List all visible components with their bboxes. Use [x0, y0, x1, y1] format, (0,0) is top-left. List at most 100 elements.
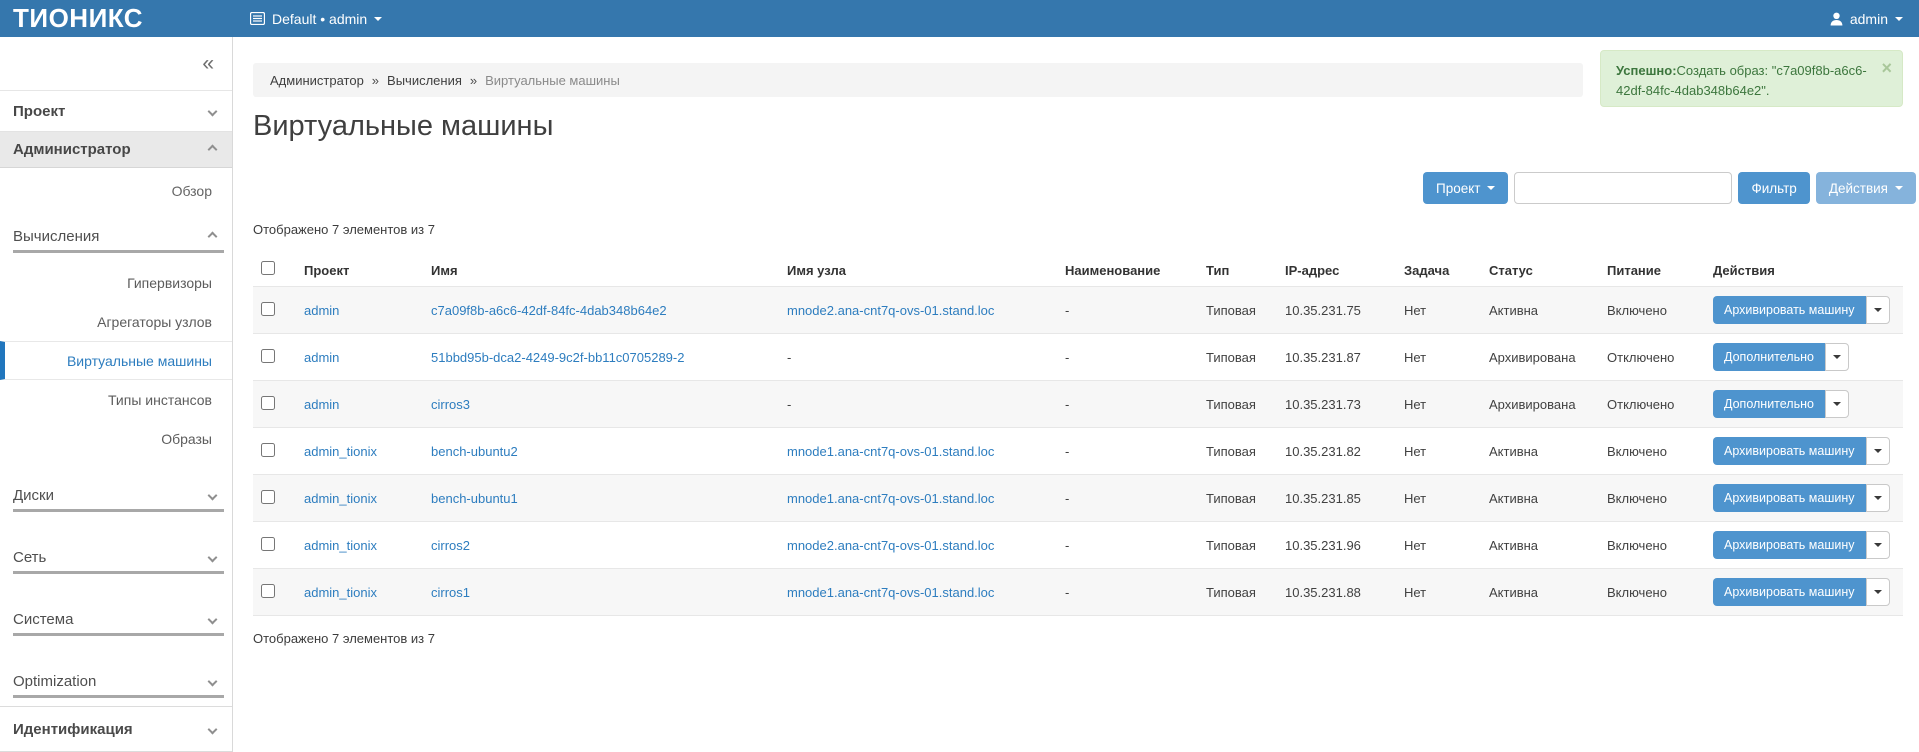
chevron-down-icon — [208, 552, 218, 562]
row-action-button[interactable]: Архивировать машину — [1713, 296, 1866, 324]
section-underline — [13, 695, 224, 698]
collapse-icon: « — [202, 52, 214, 76]
sidebar-item-overview[interactable]: Обзор — [0, 168, 232, 214]
type-cell: Типовая — [1206, 350, 1256, 365]
host-link[interactable]: mnode1.ana-cnt7q-ovs-01.stand.loc — [787, 585, 994, 600]
vm-name-link[interactable]: cirros1 — [431, 585, 470, 600]
sidebar-collapse-button[interactable]: « — [0, 37, 232, 91]
row-checkbox[interactable] — [261, 349, 275, 363]
row-checkbox[interactable] — [261, 302, 275, 316]
row-action-button[interactable]: Дополнительно — [1713, 390, 1825, 418]
status-cell: Активна — [1489, 491, 1538, 506]
chevron-down-icon — [208, 724, 218, 734]
task-cell: Нет — [1404, 538, 1426, 553]
sidebar-item-virtual-machines[interactable]: Виртуальные машины — [0, 341, 232, 380]
type-cell: Типовая — [1206, 397, 1256, 412]
vm-name-link[interactable]: bench-ubuntu2 — [431, 444, 518, 459]
context-switcher[interactable]: Default • admin — [250, 11, 382, 27]
chevron-down-icon — [208, 676, 218, 686]
row-action-button[interactable]: Архивировать машину — [1713, 578, 1866, 606]
status-cell: Архивирована — [1489, 350, 1576, 365]
row-action-dropdown[interactable] — [1825, 343, 1849, 371]
host-link[interactable]: mnode2.ana-cnt7q-ovs-01.stand.loc — [787, 303, 994, 318]
sidebar-section-optimization-header[interactable]: Optimization — [13, 667, 216, 695]
host-link[interactable]: mnode1.ana-cnt7q-ovs-01.stand.loc — [787, 444, 994, 459]
filter-button[interactable]: Фильтр — [1738, 172, 1809, 204]
sidebar-section-network: Сеть — [0, 535, 232, 574]
row-action-button[interactable]: Архивировать машину — [1713, 531, 1866, 559]
vm-name-link[interactable]: cirros2 — [431, 538, 470, 553]
sidebar-section-system-header[interactable]: Система — [13, 605, 216, 633]
row-checkbox[interactable] — [261, 490, 275, 504]
sidebar-item-project[interactable]: Проект — [0, 91, 232, 132]
alias-cell: - — [1065, 491, 1069, 506]
column-header-host: Имя узла — [779, 261, 1057, 287]
sidebar-section-compute-header[interactable]: Вычисления — [13, 222, 216, 250]
app-logo: ТИОНИКС — [0, 0, 237, 37]
breadcrumb-admin[interactable]: Администратор — [270, 73, 364, 88]
user-icon — [1830, 12, 1843, 26]
items-counter-top: Отображено 7 элементов из 7 — [253, 222, 435, 237]
vm-name-link[interactable]: cirros3 — [431, 397, 470, 412]
alias-cell: - — [1065, 585, 1069, 600]
breadcrumb: Администратор » Вычисления » Виртуальные… — [253, 63, 1583, 97]
search-input[interactable] — [1514, 172, 1732, 204]
row-action-button[interactable]: Дополнительно — [1713, 343, 1825, 371]
sidebar-section-label: Optimization — [13, 673, 96, 690]
row-action-dropdown[interactable] — [1866, 484, 1890, 512]
sidebar-item-hypervisors[interactable]: Гипервизоры — [0, 263, 232, 302]
row-action-dropdown[interactable] — [1866, 437, 1890, 465]
status-cell: Активна — [1489, 444, 1538, 459]
breadcrumb-current: Виртуальные машины — [485, 73, 620, 88]
vm-name-link[interactable]: bench-ubuntu1 — [431, 491, 518, 506]
host-link[interactable]: mnode1.ana-cnt7q-ovs-01.stand.loc — [787, 491, 994, 506]
breadcrumb-separator: » — [470, 73, 477, 88]
project-link[interactable]: admin_tionix — [304, 444, 377, 459]
sidebar-section-volumes-header[interactable]: Диски — [13, 481, 216, 509]
sidebar-item-identity[interactable]: Идентификация — [0, 706, 232, 751]
sidebar-item-images[interactable]: Образы — [0, 419, 232, 458]
row-action-dropdown[interactable] — [1866, 578, 1890, 606]
select-all-checkbox[interactable] — [261, 261, 275, 275]
row-action-dropdown[interactable] — [1866, 531, 1890, 559]
sidebar-item-admin[interactable]: Администратор — [0, 132, 232, 168]
project-link[interactable]: admin — [304, 350, 339, 365]
power-cell: Включено — [1607, 303, 1667, 318]
project-filter-button[interactable]: Проект — [1423, 172, 1508, 204]
sidebar-compute-items: Гипервизоры Агрегаторы узлов Виртуальные… — [0, 263, 232, 458]
row-action-dropdown[interactable] — [1825, 390, 1849, 418]
row-checkbox[interactable] — [261, 584, 275, 598]
row-action-button[interactable]: Архивировать машину — [1713, 437, 1866, 465]
breadcrumb-compute[interactable]: Вычисления — [387, 73, 462, 88]
row-checkbox[interactable] — [261, 396, 275, 410]
actions-button[interactable]: Действия — [1816, 172, 1916, 204]
sidebar-item-host-aggregates[interactable]: Агрегаторы узлов — [0, 302, 232, 341]
project-link[interactable]: admin_tionix — [304, 585, 377, 600]
host-link[interactable]: mnode2.ana-cnt7q-ovs-01.stand.loc — [787, 538, 994, 553]
project-link[interactable]: admin — [304, 397, 339, 412]
sidebar-section-optimization: Optimization — [0, 659, 232, 698]
vm-name-link[interactable]: c7a09f8b-a6c6-42df-84fc-4dab348b64e2 — [431, 303, 667, 318]
row-checkbox[interactable] — [261, 443, 275, 457]
row-checkbox[interactable] — [261, 537, 275, 551]
row-action-dropdown[interactable] — [1866, 296, 1890, 324]
sidebar-section-network-header[interactable]: Сеть — [13, 543, 216, 571]
row-action-button[interactable]: Архивировать машину — [1713, 484, 1866, 512]
close-icon[interactable]: × — [1881, 55, 1892, 82]
sidebar-item-label: Обзор — [172, 183, 212, 199]
chevron-down-icon — [1833, 355, 1841, 359]
row-action-split-button: Архивировать машину — [1713, 296, 1890, 324]
project-link[interactable]: admin_tionix — [304, 538, 377, 553]
sidebar-item-label: Идентификация — [13, 721, 133, 738]
project-link[interactable]: admin_tionix — [304, 491, 377, 506]
sidebar-item-label: Типы инстансов — [108, 392, 212, 408]
column-header-name: Имя — [423, 261, 779, 287]
chevron-down-icon — [1874, 449, 1882, 453]
vm-name-link[interactable]: 51bbd95b-dca2-4249-9c2f-bb11c0705289-2 — [431, 350, 684, 365]
project-link[interactable]: admin — [304, 303, 339, 318]
sidebar-item-flavors[interactable]: Типы инстансов — [0, 380, 232, 419]
user-menu[interactable]: admin — [1830, 11, 1903, 27]
list-icon — [250, 12, 265, 25]
success-notification: Успешно:Создать образ: "c7a09f8b-a6c6-42… — [1600, 50, 1903, 107]
sidebar-item-label: Гипервизоры — [127, 275, 212, 291]
